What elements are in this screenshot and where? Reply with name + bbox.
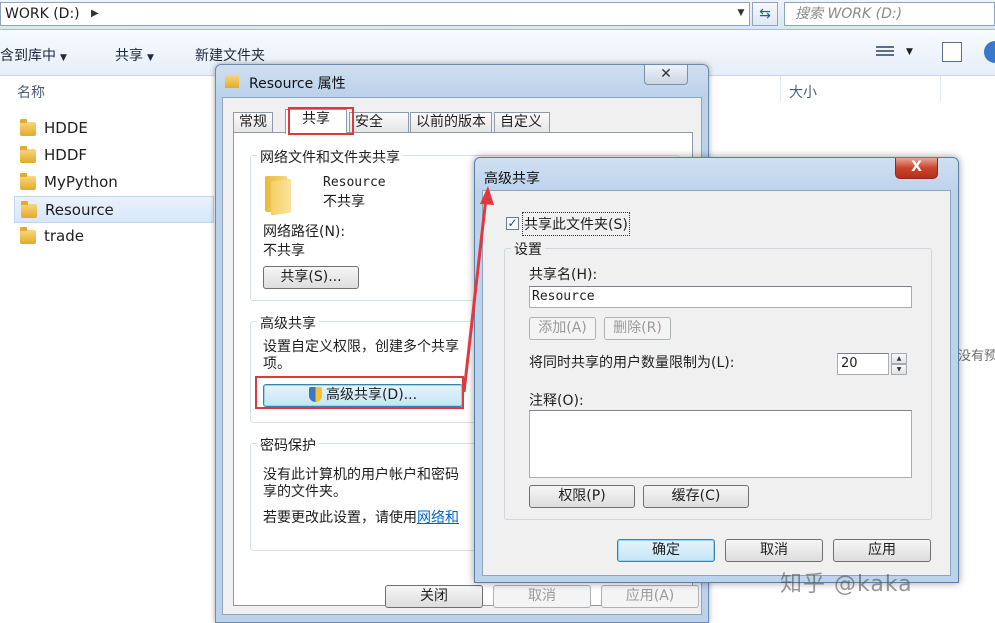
new-folder-button[interactable]: 新建文件夹: [195, 45, 265, 65]
network-center-link[interactable]: 网络和: [417, 510, 459, 526]
tab-previous-versions[interactable]: 以前的版本: [410, 112, 492, 133]
highlight-box-share-tab: [288, 107, 354, 135]
help-icon[interactable]: [984, 41, 995, 63]
file-list-item[interactable]: HDDE: [14, 115, 214, 142]
chevron-down-icon: ▼: [147, 53, 154, 63]
column-header-size[interactable]: 大小: [789, 82, 817, 102]
include-library-label: 包含到库中: [0, 48, 56, 64]
chevron-down-icon: ▼: [60, 53, 67, 63]
share-folder-label[interactable]: 共享此文件夹(S): [522, 212, 630, 236]
group-title: 网络文件和文件夹共享: [257, 147, 403, 167]
file-name: MyPython: [44, 173, 118, 191]
address-box[interactable]: WORK (D:) ▶: [0, 2, 750, 26]
folder-icon: [20, 227, 36, 244]
add-button[interactable]: 添加(A): [529, 317, 596, 340]
comment-label: 注释(O):: [529, 393, 584, 409]
file-list-item[interactable]: MyPython: [14, 169, 214, 196]
include-library-button[interactable]: 包含到库中 ▼: [0, 45, 67, 65]
share-menu-button[interactable]: 共享 ▼: [115, 45, 154, 65]
highlight-box-advanced-button: [255, 376, 464, 409]
user-limit-label: 将同时共享的用户数量限制为(L):: [529, 355, 735, 371]
file-name: Resource: [45, 201, 114, 219]
advanced-desc-line2: 项。: [263, 356, 291, 372]
password-change-text: 若要更改此设置，请使用网络和: [263, 507, 459, 527]
share-folder-checkbox[interactable]: ✓: [506, 217, 519, 230]
advanced-sharing-dialog: 高级共享 X ✓ 共享此文件夹(S) 设置 共享名(H): Resource 添…: [474, 157, 959, 583]
caching-button[interactable]: 缓存(C): [643, 485, 749, 508]
advanced-dialog-title: 高级共享: [484, 171, 540, 187]
cancel-button[interactable]: 取消: [493, 585, 591, 608]
settings-group: 设置 共享名(H): Resource 添加(A) 删除(R) 将同时共享的用户…: [504, 239, 932, 520]
folder-icon: [20, 173, 36, 190]
file-name: trade: [44, 227, 84, 245]
ok-button[interactable]: 确定: [617, 539, 715, 562]
address-bar: WORK (D:) ▶ ▼ ⇆ 搜索 WORK (D:): [0, 0, 995, 30]
remove-button[interactable]: 删除(R): [604, 317, 671, 340]
file-name: HDDF: [44, 146, 88, 164]
user-limit-input[interactable]: 20: [837, 353, 889, 375]
folder-icon: [20, 119, 36, 136]
share-button[interactable]: 共享(S)...: [263, 266, 359, 289]
preview-hint-text: 没有预览: [958, 349, 995, 364]
watermark: 知乎 @kaka: [780, 572, 913, 597]
address-dropdown-icon[interactable]: ▼: [733, 3, 749, 23]
properties-title: Resource 属性: [249, 76, 346, 92]
network-path-label: 网络路径(N):: [263, 224, 346, 240]
view-list-icon[interactable]: [876, 44, 894, 60]
apply-button[interactable]: 应用(A): [601, 585, 699, 608]
network-path-value: 不共享: [263, 243, 305, 259]
file-name: HDDE: [44, 119, 88, 137]
comment-input[interactable]: [529, 410, 912, 478]
preview-pane-icon[interactable]: [942, 42, 962, 62]
spin-up-icon[interactable]: ▲: [891, 353, 907, 364]
file-list-item[interactable]: Resource: [14, 196, 214, 223]
close-button[interactable]: 关闭: [385, 585, 483, 608]
spin-down-icon[interactable]: ▼: [891, 364, 907, 375]
advanced-desc-line1: 设置自定义权限，创建多个共享: [263, 339, 459, 355]
column-header-name[interactable]: 名称: [17, 82, 45, 102]
advanced-dialog-body: ✓ 共享此文件夹(S) 设置 共享名(H): Resource 添加(A) 删除…: [482, 190, 951, 576]
password-desc-line2: 享的文件夹。: [263, 484, 347, 500]
apply-button[interactable]: 应用: [833, 539, 931, 562]
folder-icon: [21, 201, 37, 218]
column-divider[interactable]: [940, 76, 941, 102]
refresh-icon[interactable]: ⇆: [752, 2, 778, 26]
permissions-button[interactable]: 权限(P): [529, 485, 635, 508]
share-name-label: 共享名(H):: [529, 267, 598, 283]
search-input[interactable]: 搜索 WORK (D:): [784, 2, 995, 26]
folder-icon: [225, 75, 239, 88]
breadcrumb-arrow-icon[interactable]: ▶: [91, 3, 99, 25]
shared-folder-icon: [263, 176, 291, 216]
folder-share-status: 不共享: [323, 194, 365, 210]
file-list-item[interactable]: trade: [14, 223, 214, 250]
file-list-item[interactable]: HDDF: [14, 142, 214, 169]
address-text: WORK (D:): [5, 6, 80, 22]
tab-customize[interactable]: 自定义: [494, 112, 550, 133]
share-menu-label: 共享: [115, 48, 143, 64]
column-divider[interactable]: [780, 76, 781, 102]
folder-name: Resource: [323, 175, 386, 190]
folder-icon: [20, 146, 36, 163]
group-title: 密码保护: [257, 435, 319, 455]
settings-title: 设置: [511, 239, 545, 259]
close-icon[interactable]: X: [895, 158, 938, 179]
close-icon[interactable]: ✕: [644, 65, 688, 85]
password-change-prefix: 若要更改此设置，请使用: [263, 510, 417, 526]
tab-general[interactable]: 常规: [233, 112, 273, 133]
cancel-button[interactable]: 取消: [725, 539, 823, 562]
share-name-input[interactable]: Resource: [529, 286, 912, 308]
chevron-down-icon[interactable]: ▼: [906, 47, 913, 57]
group-title: 高级共享: [257, 313, 319, 333]
tab-security[interactable]: 安全: [349, 112, 409, 133]
